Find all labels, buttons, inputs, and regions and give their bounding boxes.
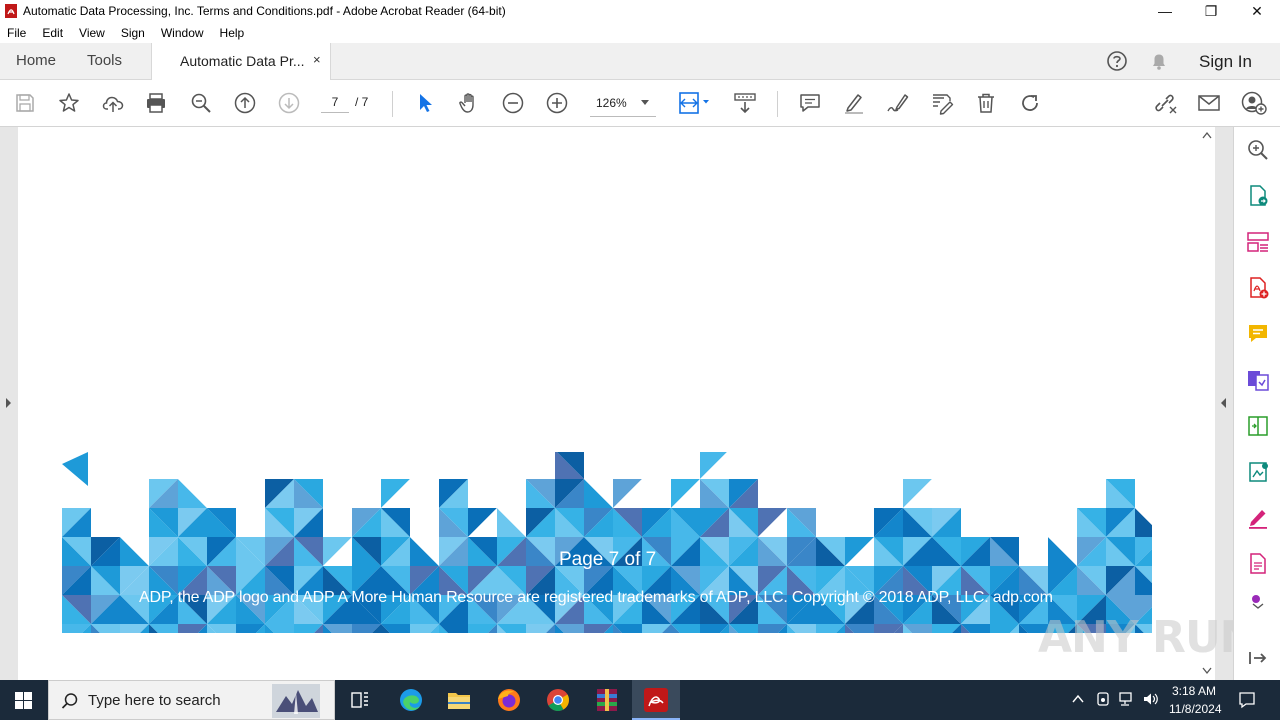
help-icon[interactable] — [1106, 50, 1128, 72]
tab-home[interactable]: Home — [16, 43, 56, 79]
navigation-pane-collapsed[interactable] — [0, 127, 18, 680]
file-explorer-icon[interactable] — [444, 685, 474, 715]
fit-page-icon[interactable] — [677, 90, 713, 116]
draw-freehand-icon[interactable] — [886, 91, 910, 115]
add-user-icon[interactable] — [1241, 91, 1267, 115]
restore-button[interactable]: ❐ — [1188, 0, 1234, 22]
menu-sign[interactable]: Sign — [113, 26, 153, 40]
acrobat-reader-icon — [644, 688, 668, 712]
vertical-scrollbar[interactable] — [1198, 127, 1215, 680]
scroll-up-icon[interactable] — [1202, 131, 1212, 139]
menu-help[interactable]: Help — [212, 26, 253, 40]
edit-pdf-image-icon[interactable] — [1246, 460, 1270, 484]
next-page-icon[interactable] — [277, 91, 301, 115]
firefox-icon[interactable] — [494, 685, 524, 715]
page-number-text: Page 7 of 7 — [559, 549, 657, 570]
toolbar-divider — [777, 91, 778, 117]
notification-center-icon[interactable] — [1238, 691, 1256, 709]
comment-pane-icon[interactable] — [1246, 322, 1270, 346]
export-pdf-icon[interactable] — [1246, 184, 1270, 208]
winrar-icon[interactable] — [592, 685, 622, 715]
menu-bar: File Edit View Sign Window Help — [0, 22, 1280, 43]
chrome-icon[interactable] — [543, 685, 573, 715]
zoom-level-select[interactable]: 126% — [596, 96, 627, 110]
taskbar-search-box[interactable]: Type here to search — [48, 680, 335, 720]
toolbar-divider — [392, 91, 393, 117]
search-placeholder: Type here to search — [88, 692, 221, 709]
zoom-in-icon[interactable] — [545, 91, 569, 115]
volume-icon[interactable] — [1142, 691, 1160, 707]
scroll-down-icon[interactable] — [1202, 667, 1212, 675]
document-tab-label: Automatic Data Pr... — [180, 53, 305, 69]
sign-in-link[interactable]: Sign In — [1199, 52, 1252, 72]
edit-text-icon[interactable] — [930, 91, 954, 115]
zoom-underline — [590, 116, 656, 117]
close-tab-icon[interactable]: × — [313, 52, 321, 67]
more-tools-icon[interactable] — [1246, 594, 1270, 610]
rotate-icon[interactable] — [1018, 91, 1042, 115]
right-pane-toggle-strip[interactable] — [1215, 127, 1233, 680]
minimize-button[interactable]: — — [1142, 0, 1188, 22]
menu-file[interactable]: File — [0, 26, 34, 40]
task-view-icon[interactable] — [345, 685, 375, 715]
previous-page-icon[interactable] — [233, 91, 257, 115]
windows-taskbar: Type here to search 3:18 AM 11/8/2024 — [0, 680, 1280, 720]
title-bar: Automatic Data Processing, Inc. Terms an… — [0, 0, 1280, 22]
edge-browser-icon[interactable] — [396, 685, 426, 715]
defender-icon[interactable] — [1095, 691, 1111, 707]
page-total-label: / 7 — [355, 95, 369, 109]
collapse-pane-icon[interactable] — [1246, 646, 1270, 670]
search-zoom-pane-icon[interactable] — [1246, 138, 1270, 162]
clock-date[interactable]: 11/8/2024 — [1169, 702, 1222, 716]
scroll-mode-icon[interactable] — [733, 91, 757, 115]
window-title: Automatic Data Processing, Inc. Terms an… — [23, 4, 506, 18]
collapse-right-pane-icon[interactable] — [1220, 397, 1228, 409]
acrobat-icon — [5, 4, 17, 18]
save-icon[interactable] — [13, 91, 37, 115]
close-icon: ✕ — [1251, 2, 1263, 19]
protect-document-icon[interactable] — [1246, 552, 1270, 576]
combine-files-icon[interactable] — [1246, 368, 1270, 392]
expand-nav-pane-icon[interactable] — [4, 397, 12, 409]
compress-pdf-icon[interactable] — [1246, 414, 1270, 438]
menu-view[interactable]: View — [71, 26, 113, 40]
fill-sign-icon[interactable] — [1246, 506, 1270, 530]
acrobat-taskbar-button[interactable] — [632, 680, 680, 720]
search-icon — [61, 693, 78, 709]
close-window-button[interactable]: ✕ — [1234, 0, 1280, 22]
bookmark-star-icon[interactable] — [57, 91, 81, 115]
search-highlight-image-icon — [272, 684, 320, 718]
hand-tool-icon[interactable] — [457, 91, 481, 115]
restore-icon: ❐ — [1204, 2, 1218, 19]
network-icon[interactable] — [1118, 691, 1136, 707]
email-icon[interactable] — [1197, 91, 1221, 115]
delete-trash-icon[interactable] — [974, 91, 998, 115]
tab-bar: Home Tools Automatic Data Pr... × Sign I… — [0, 43, 1280, 80]
zoom-search-icon[interactable] — [189, 91, 213, 115]
anyrun-watermark: ANY RUN — [1038, 612, 1256, 663]
upload-cloud-icon[interactable] — [101, 91, 125, 115]
tools-pane — [1233, 127, 1280, 680]
notification-bell-icon[interactable] — [1148, 50, 1170, 72]
windows-start-icon[interactable] — [15, 692, 32, 709]
select-cursor-icon[interactable] — [413, 91, 437, 115]
banner-triangle — [62, 452, 88, 486]
clock-time[interactable]: 3:18 AM — [1172, 684, 1216, 698]
minimize-icon: — — [1158, 3, 1172, 19]
menu-window[interactable]: Window — [153, 26, 212, 40]
page-number-input[interactable]: 7 — [321, 91, 349, 113]
highlight-pen-icon[interactable] — [842, 91, 866, 115]
organize-pages-icon[interactable] — [1246, 230, 1270, 254]
comment-icon[interactable] — [798, 91, 822, 115]
tab-tools[interactable]: Tools — [87, 43, 122, 79]
print-icon[interactable] — [144, 91, 168, 115]
tab-document[interactable]: Automatic Data Pr... × — [151, 43, 331, 80]
tray-expand-icon[interactable] — [1072, 694, 1084, 704]
share-link-icon[interactable] — [1152, 91, 1178, 115]
create-pdf-icon[interactable] — [1246, 276, 1270, 300]
zoom-out-icon[interactable] — [501, 91, 525, 115]
trademark-footer-text: ADP, the ADP logo and ADP A More Human R… — [139, 589, 1053, 606]
menu-edit[interactable]: Edit — [34, 26, 71, 40]
zoom-dropdown-chevron-icon[interactable] — [640, 99, 650, 107]
